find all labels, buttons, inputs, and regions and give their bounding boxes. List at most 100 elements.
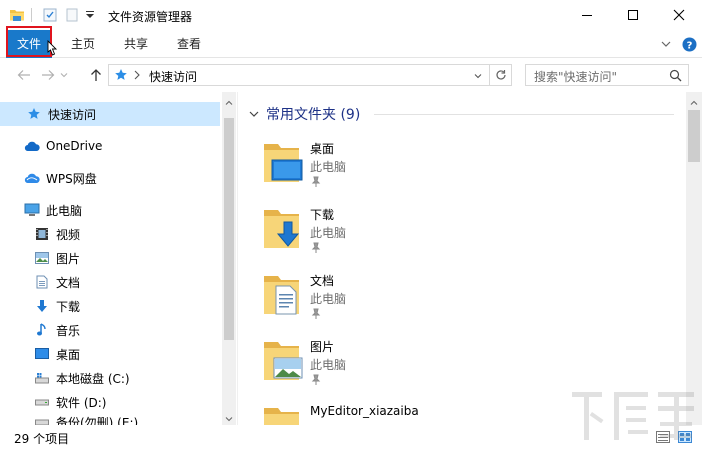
group-title: 常用文件夹 (9) xyxy=(266,107,361,123)
chevron-down-icon xyxy=(60,73,68,78)
documents-folder-icon xyxy=(262,272,306,318)
nav-item-drive-c[interactable]: 本地磁盘 (C:) xyxy=(0,366,220,390)
nav-item-label: 音乐 xyxy=(56,323,81,338)
folder-location: 此电脑 xyxy=(310,226,347,240)
nav-item-label: OneDrive xyxy=(46,139,103,153)
wps-cloud-icon xyxy=(24,170,40,186)
nav-item-label: 软件 (D:) xyxy=(56,395,107,410)
svg-text:?: ? xyxy=(687,41,693,52)
pin-icon xyxy=(310,308,322,320)
content-scroll-up-icon[interactable] xyxy=(690,96,698,105)
folder-name: MyEditor_xiazaiba xyxy=(310,404,419,418)
nav-item-label: WPS网盘 xyxy=(46,171,97,186)
documents-icon xyxy=(34,274,50,290)
search-icon[interactable] xyxy=(669,69,682,82)
address-history-chevron-icon[interactable] xyxy=(473,70,483,80)
close-button[interactable] xyxy=(656,0,702,30)
minimize-icon xyxy=(582,15,592,16)
nav-item-wps-cloud[interactable]: WPS网盘 xyxy=(0,166,220,190)
item-count: 29 个项目 xyxy=(14,432,70,446)
folder-location: 此电脑 xyxy=(310,358,347,372)
group-divider xyxy=(374,114,674,115)
folder-item-downloads[interactable]: 下载 此电脑 xyxy=(262,206,562,266)
nav-scroll-down-icon[interactable] xyxy=(225,412,233,422)
breadcrumb-quick-access[interactable]: 快速访问 xyxy=(149,68,197,85)
nav-item-label: 本地磁盘 (C:) xyxy=(56,371,130,386)
star-icon xyxy=(26,106,42,122)
folder-location: 此电脑 xyxy=(310,292,347,306)
tab-share[interactable]: 共享 xyxy=(113,30,159,58)
quick-access-divider xyxy=(30,6,32,24)
help-icon[interactable]: ? xyxy=(682,37,697,52)
breadcrumb-chevron-icon[interactable] xyxy=(133,68,143,82)
pictures-folder-icon xyxy=(262,338,306,384)
refresh-icon xyxy=(495,70,506,80)
search-placeholder: 搜索"快速访问" xyxy=(534,70,618,84)
desktop-folder-icon xyxy=(262,140,306,186)
video-icon xyxy=(34,226,50,242)
new-folder-icon[interactable] xyxy=(64,6,80,24)
minimize-button[interactable] xyxy=(564,0,610,30)
ribbon-tabs: 文件 主页 共享 查看 ? xyxy=(0,30,702,58)
up-arrow-icon xyxy=(91,69,101,81)
recent-locations-button[interactable] xyxy=(58,66,70,84)
nav-item-videos[interactable]: 视频 xyxy=(0,222,220,246)
download-icon xyxy=(34,298,50,314)
cloud-icon xyxy=(24,138,40,154)
forward-button[interactable] xyxy=(38,66,58,84)
navigation-pane: 快速访问 OneDrive WPS网盘 此电脑 视频 图片 文档 下载 音乐 桌… xyxy=(0,92,222,428)
tab-home[interactable]: 主页 xyxy=(60,30,106,58)
nav-item-music[interactable]: 音乐 xyxy=(0,318,220,342)
nav-item-label: 桌面 xyxy=(56,347,81,362)
pin-icon xyxy=(310,374,322,386)
folder-item-myeditor[interactable]: MyEditor_xiazaiba xyxy=(262,404,562,425)
window-title: 文件资源管理器 xyxy=(108,10,193,24)
address-bar[interactable]: 快速访问 xyxy=(108,64,490,86)
content-scrollbar-thumb[interactable] xyxy=(688,110,700,162)
refresh-button[interactable] xyxy=(490,64,512,86)
tab-view[interactable]: 查看 xyxy=(166,30,212,58)
collapse-chevron-icon xyxy=(249,111,259,117)
explorer-app-icon[interactable] xyxy=(8,6,26,24)
quick-access-star-icon xyxy=(114,68,128,82)
nav-item-drive-d[interactable]: 软件 (D:) xyxy=(0,390,220,414)
nav-scroll-up-icon[interactable] xyxy=(225,96,233,105)
back-button[interactable] xyxy=(14,66,34,84)
drive-c-icon xyxy=(34,370,50,386)
folder-item-pictures[interactable]: 图片 此电脑 xyxy=(262,338,562,398)
music-icon xyxy=(34,322,50,338)
desktop-icon xyxy=(34,346,50,362)
maximize-button[interactable] xyxy=(610,0,656,30)
nav-item-this-pc[interactable]: 此电脑 xyxy=(0,198,220,222)
navigation-scrollbar-thumb[interactable] xyxy=(224,118,234,340)
status-bar: 29 个项目 xyxy=(0,425,702,450)
pin-icon xyxy=(310,176,322,188)
nav-item-pictures[interactable]: 图片 xyxy=(0,246,220,270)
nav-item-desktop[interactable]: 桌面 xyxy=(0,342,220,366)
properties-icon[interactable] xyxy=(42,6,58,24)
title-bar: 文件资源管理器 xyxy=(0,0,702,30)
maximize-icon xyxy=(628,10,638,20)
nav-item-onedrive[interactable]: OneDrive xyxy=(0,134,220,158)
up-button[interactable] xyxy=(86,66,106,84)
folder-name: 下载 xyxy=(310,208,335,222)
search-box[interactable]: 搜索"快速访问" xyxy=(525,64,689,86)
details-view-icon[interactable] xyxy=(656,431,670,443)
nav-item-quick-access[interactable]: 快速访问 xyxy=(0,102,220,126)
folder-item-desktop[interactable]: 桌面 此电脑 xyxy=(262,140,562,200)
expand-ribbon-chevron-icon[interactable] xyxy=(660,38,672,50)
group-header[interactable]: 常用文件夹 (9) xyxy=(248,104,360,124)
pictures-icon xyxy=(34,250,50,266)
drive-d-icon xyxy=(34,394,50,410)
nav-item-downloads[interactable]: 下载 xyxy=(0,294,220,318)
customize-quick-access-dropdown-icon[interactable] xyxy=(84,6,96,24)
folder-name: 图片 xyxy=(310,340,335,354)
nav-item-label: 下载 xyxy=(56,299,81,314)
nav-item-documents[interactable]: 文档 xyxy=(0,270,220,294)
folder-item-documents[interactable]: 文档 此电脑 xyxy=(262,272,562,332)
nav-item-label: 视频 xyxy=(56,227,81,242)
computer-icon xyxy=(24,202,40,218)
large-icons-view-icon[interactable] xyxy=(678,431,692,443)
pin-icon xyxy=(310,242,322,254)
nav-item-label: 此电脑 xyxy=(46,203,83,218)
